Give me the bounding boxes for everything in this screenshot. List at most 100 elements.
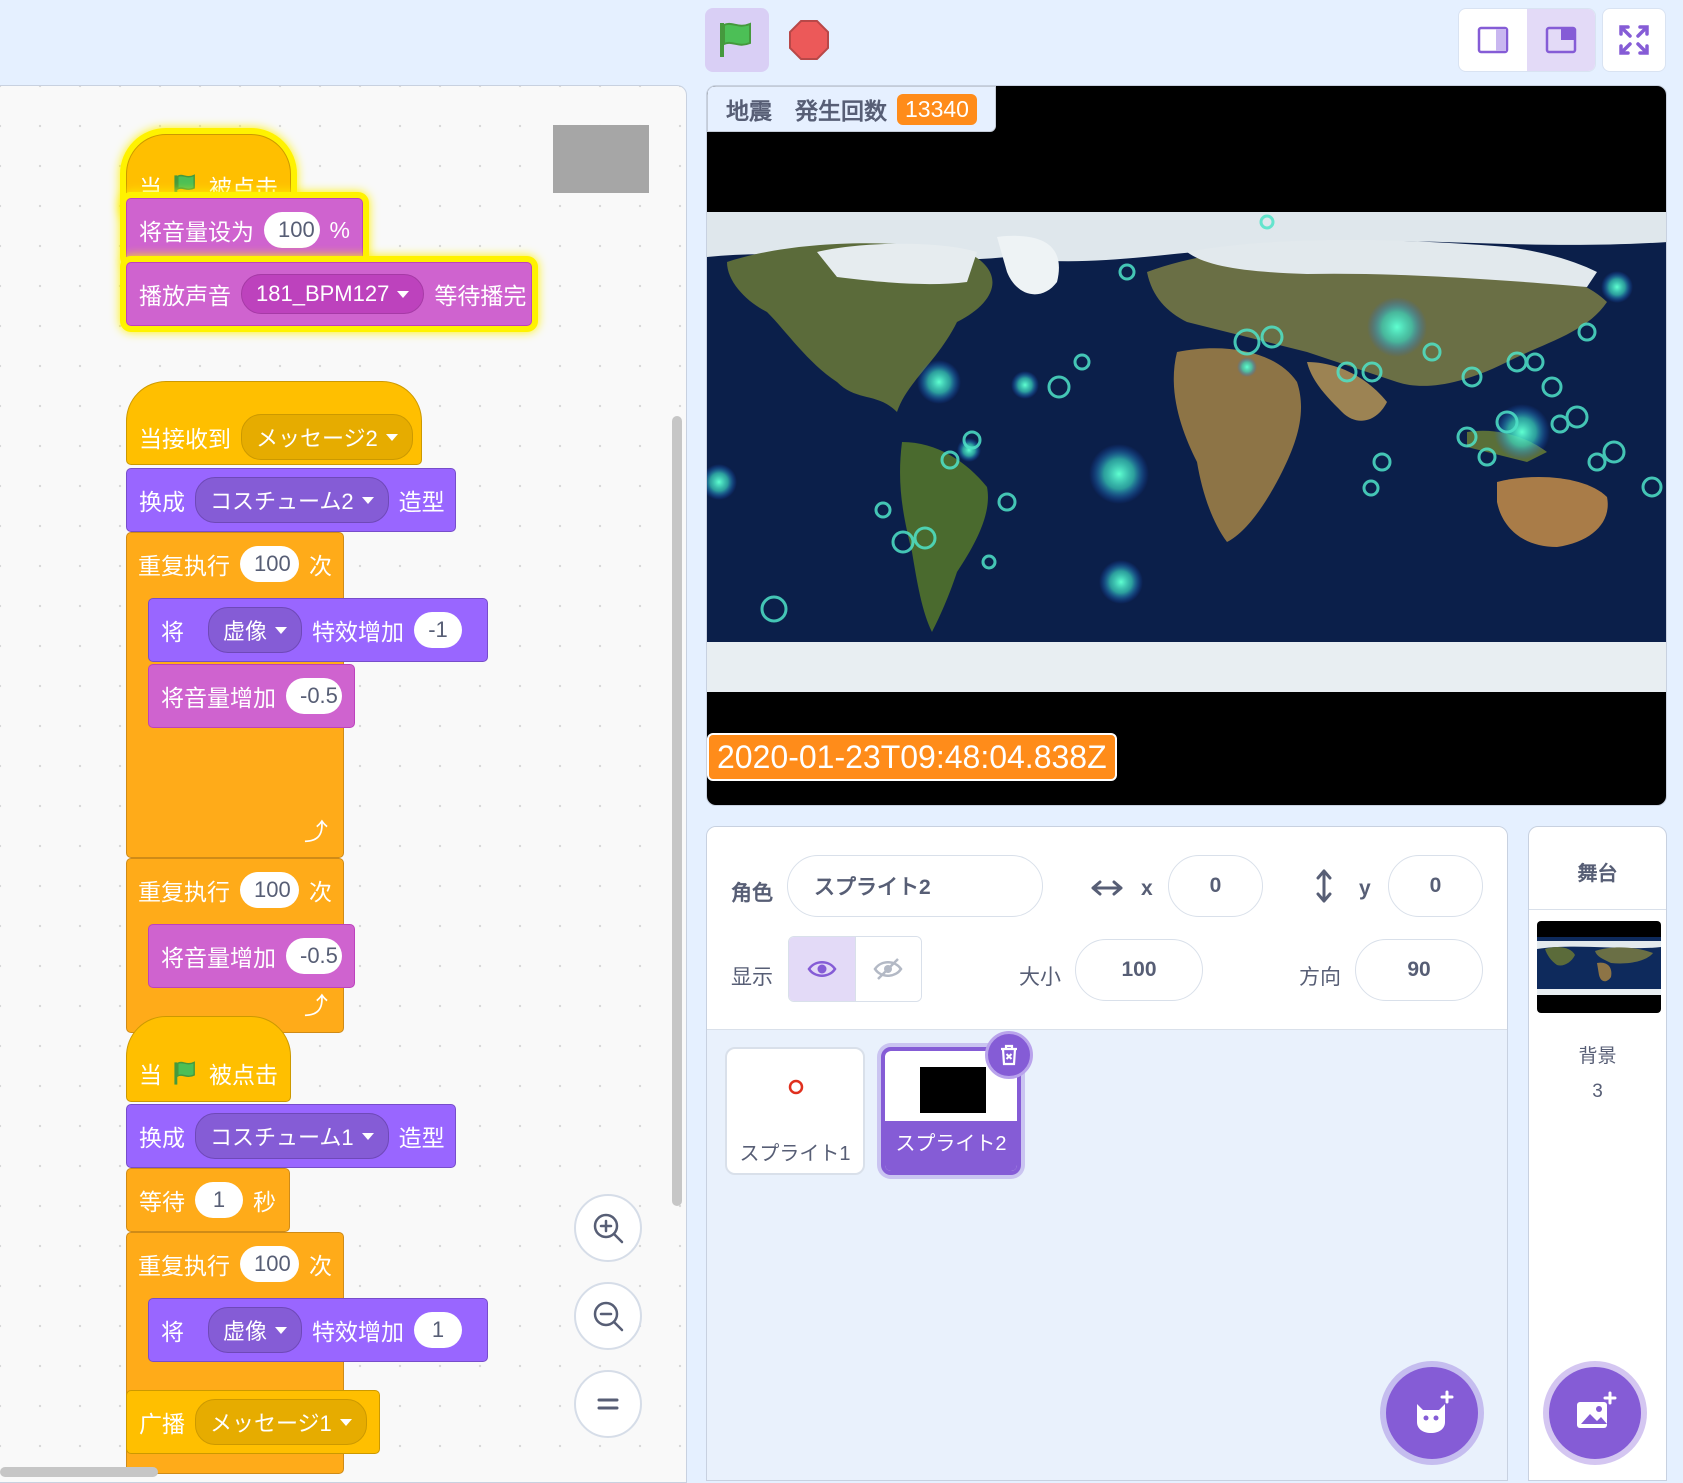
stop-sign-icon (789, 20, 829, 60)
play-sound-until-done-block[interactable]: 播放声音 181_BPM127 等待播完 (126, 262, 532, 326)
y-input[interactable]: 0 (1388, 855, 1483, 917)
change-effect-block[interactable]: 将 虚像 特效增加 1 (148, 1298, 488, 1362)
effect-value-input[interactable]: 1 (414, 1312, 463, 1348)
costume-dropdown[interactable]: コスチューム2 (195, 477, 389, 523)
repeat-count-input[interactable]: 100 (240, 1246, 299, 1282)
small-stage-icon (1477, 26, 1509, 54)
code-area[interactable]: 当 被点击 将音量设为 100 % 播放声音 181_BPM127 等待播完 当… (0, 85, 687, 1483)
chevron-down-icon (361, 1132, 374, 1140)
block-text: 秒 (253, 1189, 276, 1215)
size-input[interactable]: 100 (1075, 939, 1203, 1001)
costume-dropdown[interactable]: コスチューム1 (195, 1113, 389, 1159)
fullscreen-button[interactable] (1602, 8, 1666, 72)
repeat-block-header[interactable]: 重复执行 100 次 (126, 532, 344, 596)
sprite-costume-thumbnail (788, 1079, 804, 1095)
volume-change-input[interactable]: -0.5 (286, 938, 342, 974)
direction-input[interactable]: 90 (1355, 939, 1483, 1001)
change-volume-block[interactable]: 将音量增加 -0.5 (148, 924, 355, 988)
x-input[interactable]: 0 (1168, 855, 1263, 917)
green-flag-icon (174, 1061, 195, 1085)
sprite-card-label: スプライト1 (739, 1143, 851, 1165)
effect-dropdown[interactable]: 虚像 (208, 1307, 303, 1353)
sound-dropdown[interactable]: 181_BPM127 (241, 274, 425, 314)
change-volume-block[interactable]: 将音量增加 -0.5 (148, 664, 355, 728)
show-label: 显示 (731, 966, 773, 989)
chevron-down-icon (275, 626, 288, 634)
small-stage-button[interactable] (1459, 9, 1527, 71)
sprite-name-label: 角色 (731, 882, 773, 905)
zoom-out-button[interactable] (574, 1282, 642, 1350)
effect-dropdown[interactable]: 虚像 (208, 607, 303, 653)
broadcast-dropdown[interactable]: メッセージ1 (195, 1399, 367, 1445)
chevron-down-icon (275, 1326, 288, 1334)
volume-input[interactable]: 100 (264, 212, 320, 248)
block-text: 次 (309, 879, 332, 905)
zoom-in-button[interactable] (574, 1194, 642, 1262)
set-volume-block[interactable]: 将音量设为 100 % (126, 198, 363, 262)
switch-costume-block[interactable]: 换成 コスチューム1 造型 (126, 1104, 456, 1168)
when-flag-clicked-block[interactable]: 当 被点击 (126, 1016, 291, 1102)
add-sprite-cat-icon (1417, 1390, 1454, 1433)
monitor-label: 地震 発生回数 (726, 98, 887, 124)
green-flag-button[interactable] (705, 8, 769, 72)
switch-costume-block[interactable]: 换成 コスチューム2 造型 (126, 468, 456, 532)
wait-seconds-input[interactable]: 1 (195, 1182, 243, 1218)
show-hidden-button[interactable] (855, 937, 921, 1001)
panel-divider (1529, 909, 1666, 910)
block-text: 换成 (139, 1125, 185, 1151)
when-receive-block[interactable]: 当接收到 メッセージ2 (126, 381, 422, 465)
wait-block[interactable]: 等待 1 秒 (126, 1168, 290, 1232)
repeat-block-header[interactable]: 重复执行 100 次 (126, 858, 344, 922)
sprite-card[interactable]: スプライト1 (725, 1047, 865, 1175)
sprite-name-input[interactable]: スプライト2 (787, 855, 1043, 917)
block-text: 次 (309, 553, 332, 579)
chevron-down-icon (397, 290, 410, 298)
message-dropdown[interactable]: メッセージ2 (241, 414, 413, 460)
x-label: x (1141, 877, 1153, 900)
horizontal-arrows-icon (1091, 880, 1123, 896)
broadcast-block[interactable]: 广播 メッセージ1 (126, 1390, 380, 1454)
show-toggle (788, 936, 922, 1002)
block-text: 次 (309, 1253, 332, 1279)
repeat-block-header[interactable]: 重复执行 100 次 (126, 1232, 344, 1296)
horizontal-scrollbar[interactable] (0, 1467, 158, 1477)
zoom-reset-button[interactable] (574, 1370, 642, 1438)
backdrop-thumbnail[interactable] (1537, 921, 1661, 1013)
normal-stage-button[interactable] (1527, 9, 1595, 71)
eye-icon (807, 961, 837, 977)
change-effect-block[interactable]: 将 虚像 特效增加 -1 (148, 598, 488, 662)
add-sprite-button[interactable] (1386, 1367, 1478, 1459)
volume-change-input[interactable]: -0.5 (286, 678, 342, 714)
normal-stage-icon (1545, 26, 1577, 54)
vertical-scrollbar[interactable] (672, 416, 682, 1206)
sprite-thumbnail-placeholder (553, 125, 649, 193)
block-text: 造型 (398, 489, 445, 515)
date-monitor: 2020-01-23T09:48:04.838Z (707, 733, 1117, 781)
block-text: 特效增加 (312, 619, 405, 645)
effect-value-input[interactable]: -1 (414, 612, 463, 648)
stop-button[interactable] (777, 8, 841, 72)
stage-selector-panel[interactable]: 舞台 背景 3 (1528, 826, 1667, 1481)
size-label: 大小 (1019, 966, 1061, 989)
stage[interactable]: 地震 発生回数 13340 2020-01-23T09:48:04.838Z (706, 85, 1667, 806)
monitor-value: 13340 (897, 93, 977, 125)
block-text: 特效增加 (312, 1319, 405, 1345)
block-text: 重复执行 (138, 553, 230, 579)
eye-hidden-icon (873, 958, 903, 980)
sprite-pane: 角色 スプライト2 x 0 y 0 显示 大小 100 方向 90 スプライト1… (706, 826, 1508, 1481)
loop-arrow-icon: ⤴ (304, 993, 328, 1020)
add-backdrop-button[interactable] (1549, 1367, 1641, 1459)
block-text: 播放声音 (139, 283, 231, 309)
repeat-count-input[interactable]: 100 (240, 546, 299, 582)
variable-monitor[interactable]: 地震 発生回数 13340 (707, 86, 996, 132)
block-text: 造型 (398, 1125, 445, 1151)
chevron-down-icon (385, 433, 398, 441)
zoom-in-icon (593, 1213, 624, 1244)
delete-sprite-button[interactable] (985, 1031, 1033, 1079)
stage-panel-title: 舞台 (1577, 863, 1618, 885)
green-flag-icon (720, 22, 751, 57)
add-backdrop-icon (1577, 1391, 1617, 1428)
show-visible-button[interactable] (789, 937, 856, 1001)
repeat-count-input[interactable]: 100 (240, 872, 299, 908)
sprite-costume-thumbnail (920, 1067, 986, 1113)
